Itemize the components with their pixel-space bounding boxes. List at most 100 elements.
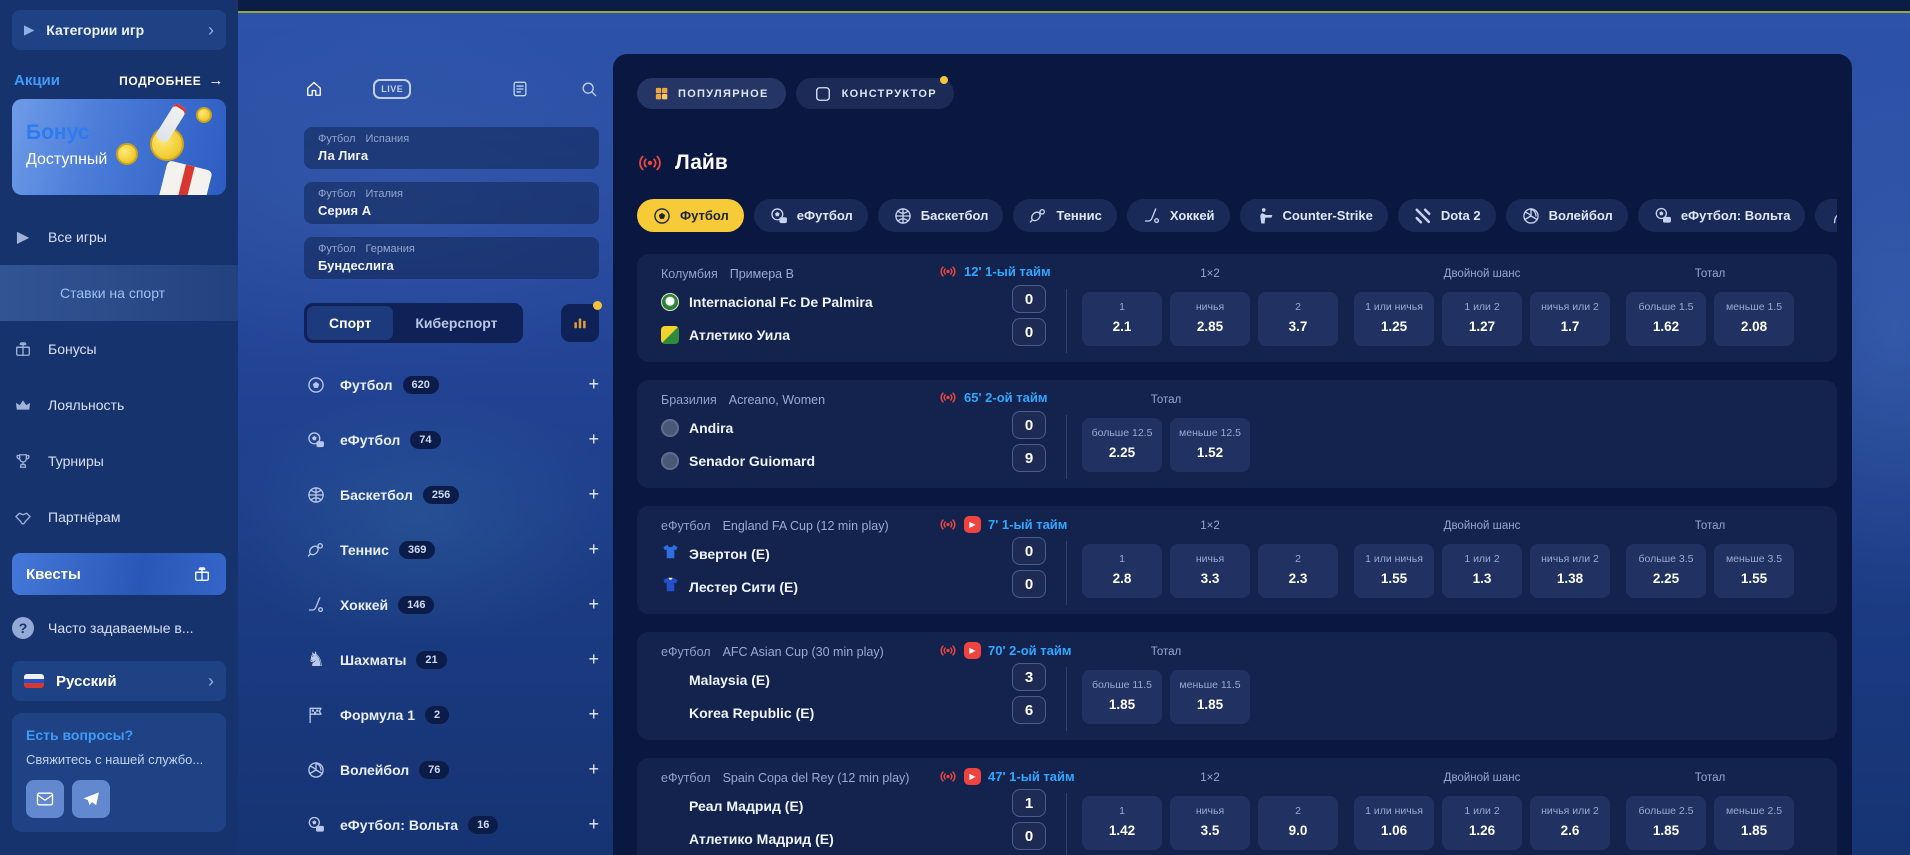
sport-chip[interactable]: Футбол [637,199,744,232]
match-card[interactable]: еФутболAFC Asian Cup (30 min play) ▶ 70'… [637,632,1837,740]
tab-constructor[interactable]: КОНСТРУКТОР [796,78,954,109]
sports-list-item[interactable]: еФутбол: Вольта 16 + [304,797,599,852]
expand-plus-icon[interactable]: + [588,649,599,670]
odds-button[interactable]: ничья 3.5 [1170,796,1250,850]
odds-button[interactable]: 1 1.42 [1082,796,1162,850]
odds-button[interactable]: 1 или ничья 1.55 [1354,544,1434,598]
expand-plus-icon[interactable]: + [588,814,599,835]
odds-button[interactable]: больше 11.5 1.85 [1082,670,1162,724]
odds-button[interactable]: меньше 1.5 2.08 [1714,292,1794,346]
odds-button[interactable]: больше 2.5 1.85 [1626,796,1706,850]
game-categories-button[interactable]: ▶ Категории игр › [12,10,226,50]
sport-chip[interactable]: еФутбол [754,199,868,232]
pinned-league-card[interactable]: ФутболИспания Ла Лига [304,127,599,169]
scores-block: 36 [1009,663,1049,729]
bonus-banner[interactable]: Бонус Доступный [12,99,226,195]
nav-live-button[interactable]: LIVE [373,79,411,99]
sports-list-item[interactable]: Волейбол 76 + [304,742,599,797]
stream-play-icon[interactable]: ▶ [964,642,981,659]
odds-button[interactable]: ничья 2.85 [1170,292,1250,346]
language-selector[interactable]: Русский › [12,661,226,701]
expand-plus-icon[interactable]: + [588,429,599,450]
sports-list-item[interactable]: Баскетбол 256 + [304,467,599,522]
match-card[interactable]: БразилияAcreano, Women 65' 2-ой тайм And… [637,380,1837,488]
odds-button[interactable]: 2 9.0 [1258,796,1338,850]
odds-button[interactable]: ничья 3.3 [1170,544,1250,598]
nav-search-button[interactable] [579,79,599,99]
sports-list-item[interactable]: Теннис 369 + [304,522,599,577]
sport-chip[interactable]: Хоккей [1127,199,1230,232]
sport-chip[interactable]: Волейбол [1506,199,1628,232]
odds-button[interactable]: 2 2.3 [1258,544,1338,598]
promos-link[interactable]: Акции [14,72,60,89]
market-title: Тотал [1626,262,1794,286]
sidebar-item[interactable]: ▶Все игры [12,209,226,265]
odds-button[interactable]: больше 3.5 2.25 [1626,544,1706,598]
pinned-league-name: Бундеслига [318,258,585,273]
sports-list-item[interactable]: Формула 1 2 + [304,687,599,742]
odds-button[interactable]: 1 или ничья 1.06 [1354,796,1434,850]
pinned-league-card[interactable]: ФутболГермания Бундеслига [304,237,599,279]
expand-plus-icon[interactable]: + [588,594,599,615]
odds-button[interactable]: больше 12.5 2.25 [1082,418,1162,472]
expand-plus-icon[interactable]: + [588,539,599,560]
sidebar-item[interactable]: Лояльность [12,377,226,433]
sport-chip[interactable]: Баскетбол [878,199,1004,232]
promos-more-link[interactable]: ПОДРОБНЕЕ → [119,72,224,89]
outcome-odds: 2.6 [1530,823,1610,838]
odds-button[interactable]: ничья или 2 1.7 [1530,292,1610,346]
odds-button[interactable]: больше 1.5 1.62 [1626,292,1706,346]
stream-play-icon[interactable]: ▶ [964,516,981,533]
odds-button[interactable]: меньше 2.5 1.85 [1714,796,1794,850]
odds-button[interactable]: 1 или 2 1.27 [1442,292,1522,346]
tab-cybersport[interactable]: Киберспорт [393,306,519,340]
odds-button[interactable]: ничья или 2 2.6 [1530,796,1610,850]
telegram-support-button[interactable] [72,780,110,818]
tab-popular[interactable]: ПОПУЛЯРНОЕ [637,78,786,109]
odds-button[interactable]: 1 или 2 1.3 [1442,544,1522,598]
expand-plus-icon[interactable]: + [588,484,599,505]
sidebar-item[interactable]: Ставки на спорт [0,265,238,321]
tab-sport[interactable]: Спорт [307,306,393,340]
nav-results-button[interactable] [510,79,530,99]
odds-button[interactable]: 1 или 2 1.26 [1442,796,1522,850]
sidebar-item[interactable]: Турниры [12,433,226,489]
match-card[interactable]: еФутболEngland FA Cup (12 min play) ▶ 7'… [637,506,1837,614]
email-support-button[interactable] [26,780,64,818]
sports-list-item[interactable]: Футбол 620 + [304,357,599,412]
pinned-league-card[interactable]: ФутболИталия Серия А [304,182,599,224]
odds-button[interactable]: меньше 3.5 1.55 [1714,544,1794,598]
quests-banner[interactable]: Квесты [12,553,226,595]
match-card[interactable]: КолумбияПримера B 12' 1-ый тайм Internac… [637,254,1837,362]
odds-button[interactable]: 1 или ничья 1.25 [1354,292,1434,346]
sidebar-item-label: Бонусы [48,341,97,357]
odds-button[interactable]: 2 3.7 [1258,292,1338,346]
sport-chip[interactable]: еСк [1815,199,1837,232]
team-name: Эвертон (E) [689,546,770,562]
sidebar-item[interactable]: Партнёрам [12,489,226,545]
odds-button[interactable]: меньше 11.5 1.85 [1170,670,1250,724]
expand-plus-icon[interactable]: + [588,374,599,395]
sport-chip[interactable]: Dota 2 [1398,199,1496,232]
expand-plus-icon[interactable]: + [588,759,599,780]
match-card[interactable]: еФутболSpain Copa del Rey (12 min play) … [637,758,1837,855]
stream-play-icon[interactable]: ▶ [964,768,981,785]
sport-chip[interactable]: еФутбол: Вольта [1638,199,1806,232]
odds-button[interactable]: меньше 12.5 1.52 [1170,418,1250,472]
outcome-odds: 1.55 [1354,571,1434,586]
nav-home-button[interactable] [304,79,324,99]
odds-button[interactable]: ничья или 2 1.38 [1530,544,1610,598]
sidebar-item[interactable]: Бонусы [12,321,226,377]
sports-list-item[interactable]: еФутбол 74 + [304,412,599,467]
odds-button[interactable]: 1 2.1 [1082,292,1162,346]
expand-plus-icon[interactable]: + [588,704,599,725]
odds-button[interactable]: 1 2.8 [1082,544,1162,598]
sidebar-item-faq[interactable]: ? Часто задаваемые в... [12,601,226,655]
outcome-odds: 1.3 [1442,571,1522,586]
sport-chip[interactable]: Теннис [1013,199,1116,232]
sports-list-item[interactable]: ♞ Шахматы 21 + [304,632,599,687]
statistics-button[interactable] [561,304,599,342]
sports-list-item[interactable]: Хоккей 146 + [304,577,599,632]
sport-chip[interactable]: Counter-Strike [1240,199,1388,232]
live-section-header: Лайв [637,151,1837,175]
